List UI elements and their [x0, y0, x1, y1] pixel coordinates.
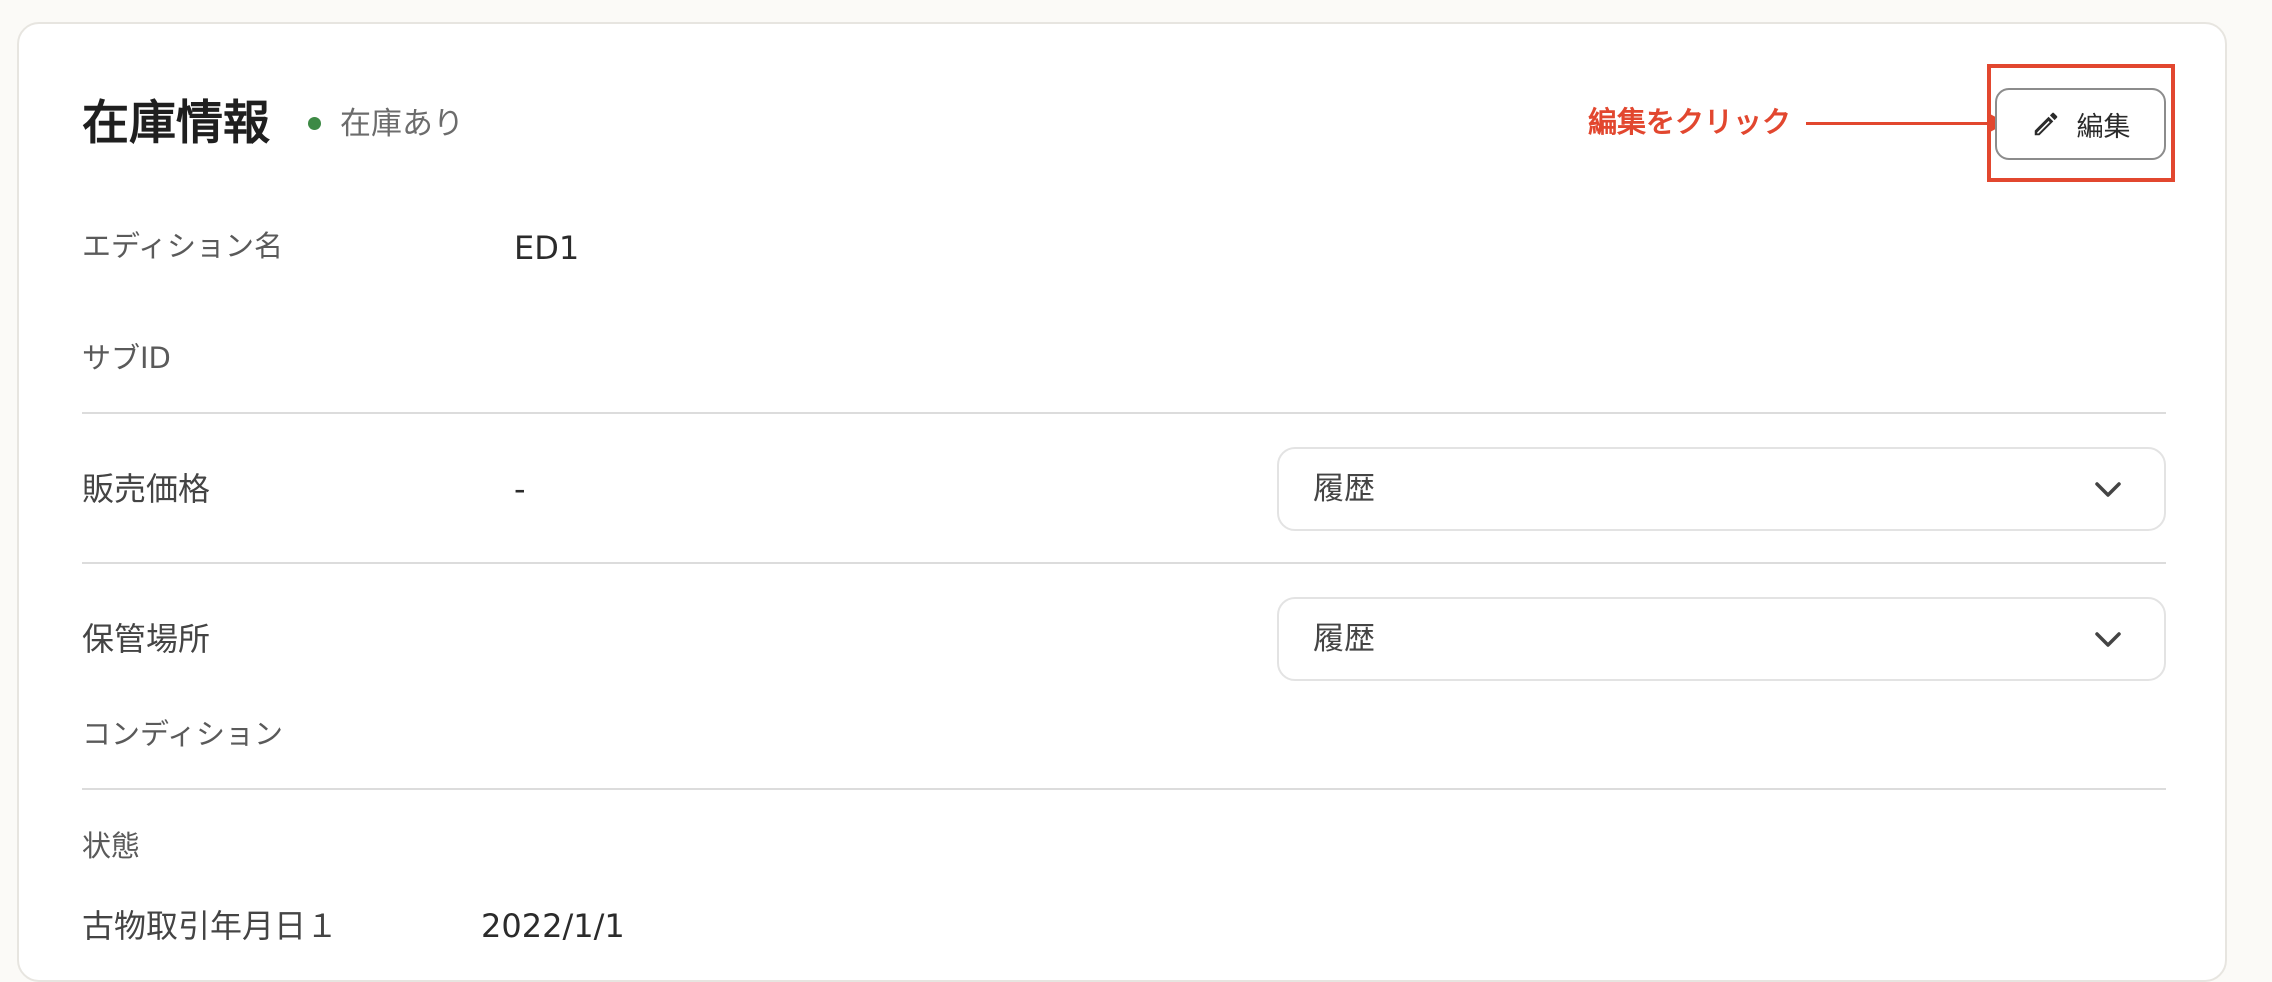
edition-name-label: エディション名: [82, 229, 283, 263]
antique-trade-date-label: 古物取引年月日１: [82, 907, 339, 945]
annotation-arrow-line: [1806, 122, 1996, 125]
sub-id-label: サブID: [82, 341, 171, 375]
chevron-down-icon: [2095, 482, 2121, 497]
edition-name-value: ED1: [514, 229, 580, 267]
sale-price-history-dropdown[interactable]: 履歴: [1277, 447, 2166, 531]
divider: [82, 788, 2166, 790]
condition-label: コンディション: [82, 717, 283, 751]
status-indicator-dot: [308, 117, 321, 130]
state-label: 状態: [82, 829, 141, 863]
annotation-highlight-box: [1987, 64, 2175, 182]
status-badge: 在庫あり: [340, 106, 464, 142]
chevron-down-icon: [2095, 632, 2121, 647]
annotation-label: 編集をクリック: [1588, 105, 1792, 139]
divider: [82, 412, 2166, 414]
storage-location-label: 保管場所: [82, 620, 211, 658]
sale-price-value: -: [514, 470, 526, 508]
sale-price-label: 販売価格: [82, 470, 211, 508]
history-dropdown-label: 履歴: [1313, 471, 1375, 507]
antique-trade-date-value: 2022/1/1: [481, 907, 625, 945]
divider: [82, 562, 2166, 564]
storage-location-history-dropdown[interactable]: 履歴: [1277, 597, 2166, 681]
page-title: 在庫情報: [82, 96, 270, 151]
history-dropdown-label: 履歴: [1313, 621, 1375, 657]
